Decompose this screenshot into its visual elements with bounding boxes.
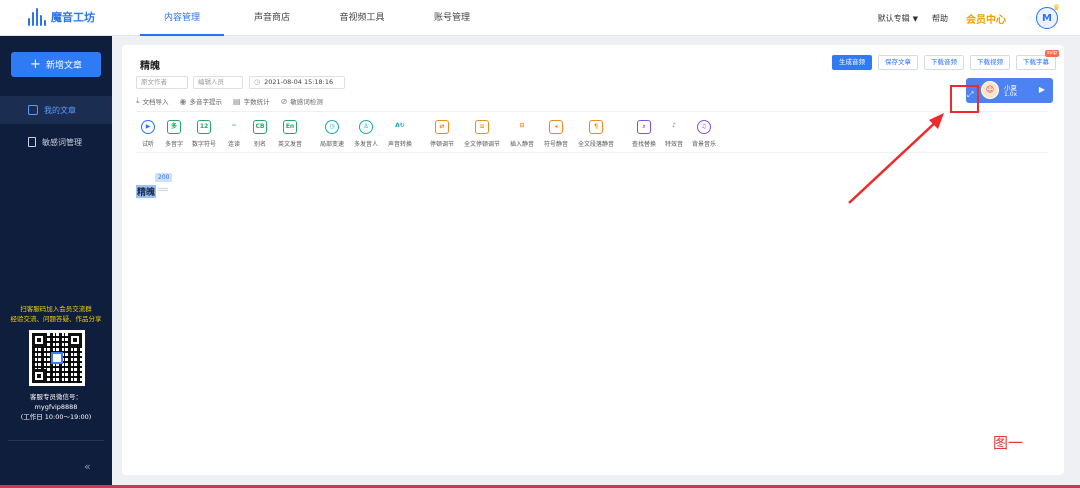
annotation-arrow (848, 113, 944, 204)
arrow-line (848, 119, 939, 204)
figure-label: 图一 (993, 434, 1024, 452)
